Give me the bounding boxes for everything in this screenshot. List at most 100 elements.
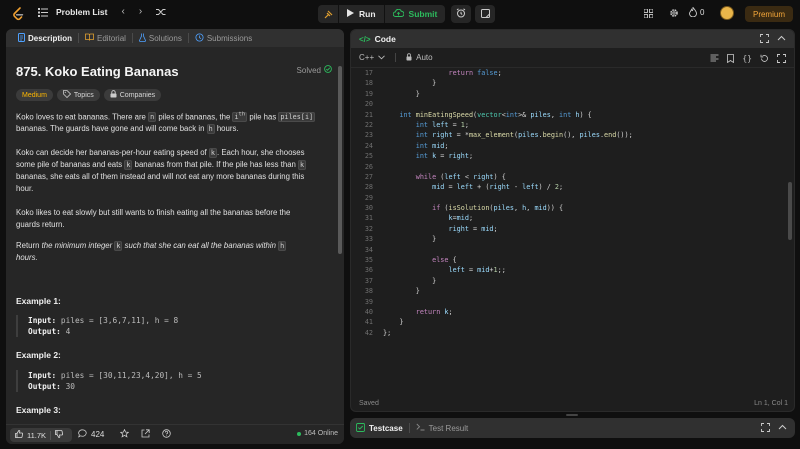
lock-icon [406,52,412,63]
panel-resize-handle[interactable] [566,414,578,416]
code-line: 34 [364,245,373,254]
problem-title: 875. Koko Eating Bananas [16,64,179,79]
list-icon[interactable] [38,7,48,17]
submit-button[interactable]: Submit [383,5,446,23]
code-line: 40 return k; [364,307,453,316]
tab-submissions[interactable]: Submissions [189,29,258,47]
example-2-box: Input: piles = [30,11,23,4,20], h = 5 Ou… [16,370,316,392]
question-circle-icon [162,429,171,440]
debug-button[interactable] [318,5,338,23]
thumbs-up-icon[interactable] [15,430,23,440]
companies-chip[interactable]: Companies [103,89,162,101]
description-panel: Description Editorial Solutions Submissi… [6,29,344,444]
code-editor[interactable]: 17 return false; 18 } 19 } 20 21 int min… [351,68,791,338]
code-line: 36 left = mid+1;; [364,266,506,275]
note-icon [480,8,490,20]
streak-counter[interactable]: 0 [689,5,704,20]
favorite-button[interactable] [119,428,130,440]
chevron-up-icon[interactable] [778,423,787,434]
user-avatar[interactable] [720,6,735,20]
play-icon [347,9,354,19]
tab-testcase[interactable]: Testcase [356,422,403,434]
problem-list-link[interactable]: Problem List [56,7,107,17]
code-line: 39 [364,297,373,306]
timer-button[interactable] [451,5,472,23]
code-line: 17 return false; [364,69,502,77]
auto-mode[interactable]: Auto [406,52,433,63]
shuffle-icon[interactable] [156,8,166,16]
example-2-title: Example 2: [16,350,61,360]
code-line: 24 int mid; [364,141,449,150]
cursor-position: Ln 1, Col 1 [754,399,788,407]
braces-icon[interactable]: {} [742,54,752,65]
star-icon [119,428,130,440]
top-navigation-bar: Problem List ‹ › Run Submit 0 Premium [0,0,800,28]
code-header: </> Code [351,30,794,48]
code-line: 30 if (isSolution(piles, h, mid)) { [364,204,564,213]
save-status: Saved [359,399,379,407]
tab-test-result[interactable]: Test Result [416,423,468,433]
flask-icon [139,33,146,44]
paragraph-statement: Koko loves to eat bananas. There are n p… [16,112,316,135]
reset-icon[interactable] [760,54,769,65]
code-line: 25 int k = right; [364,152,474,161]
paragraph-speed: Koko can decide her bananas-per-hour eat… [16,148,307,193]
tab-description[interactable]: Description [12,29,78,47]
leetcode-logo-icon[interactable] [12,7,24,21]
premium-button[interactable]: Premium [745,6,793,22]
tab-editorial[interactable]: Editorial [79,29,132,47]
language-select[interactable]: C++ [359,53,385,62]
collapse-icon[interactable] [777,34,786,45]
toolbar-divider [395,53,397,62]
example-3-title: Example 3: [16,405,61,415]
layout-grid-icon[interactable] [644,8,653,18]
tag-icon [63,90,71,100]
problem-tags: Medium Topics Companies [16,89,162,101]
comments-button[interactable]: 424 [78,429,104,440]
code-line: 42}; [364,328,392,337]
topics-chip[interactable]: Topics [56,89,100,101]
chevron-right-icon[interactable]: › [139,7,142,17]
code-line: 32 right = mid; [364,224,498,233]
terminal-icon [416,423,425,433]
fullscreen-icon[interactable] [777,54,786,65]
run-button[interactable]: Run [338,5,384,23]
external-link-icon [141,429,150,440]
description-scrollbar[interactable] [338,66,342,254]
expand-icon[interactable] [761,423,770,434]
bookmark-icon[interactable] [727,54,735,65]
divider [50,430,52,440]
code-line: 35 else { [364,256,457,265]
book-icon [85,33,94,43]
tab-solutions[interactable]: Solutions [133,29,188,47]
solved-status: Solved [297,65,332,75]
check-circle-icon [324,65,332,75]
lock-icon [110,90,117,100]
format-icon[interactable] [710,54,719,65]
test-panel: Testcase Test Result [350,418,795,438]
code-line: 19 } [364,89,420,98]
document-icon [18,32,25,44]
like-dislike-group: 11.7K [10,428,72,442]
code-panel: </> Code C++ Auto {} 17 return false; 18… [350,29,795,412]
difficulty-badge[interactable]: Medium [16,89,53,101]
code-line: 18 } [364,79,437,88]
editor-scrollbar[interactable] [788,182,792,240]
example-1-box: Input: piles = [3,6,7,11], h = 8 Output:… [16,315,316,337]
notes-button[interactable] [475,5,496,23]
chevron-left-icon[interactable]: ‹ [121,7,124,17]
code-line: 31 k=mid; [364,214,474,223]
share-button[interactable] [141,429,150,440]
thumbs-down-icon[interactable] [55,430,64,440]
code-brackets-icon: </> [359,34,371,44]
code-line: 21 int minEatingSpeed(vector<int>& piles… [364,110,592,119]
editor-status-bar: Saved Ln 1, Col 1 [351,395,794,411]
alarm-clock-icon [456,8,466,20]
description-footer: 11.7K 424 164 Online [6,424,344,444]
gear-icon[interactable] [669,8,679,18]
code-line: 20 [364,100,373,109]
expand-icon[interactable] [760,34,769,45]
help-button[interactable] [162,429,171,440]
code-line: 27 while (left < right) { [364,172,506,181]
like-count: 11.7K [27,430,47,440]
